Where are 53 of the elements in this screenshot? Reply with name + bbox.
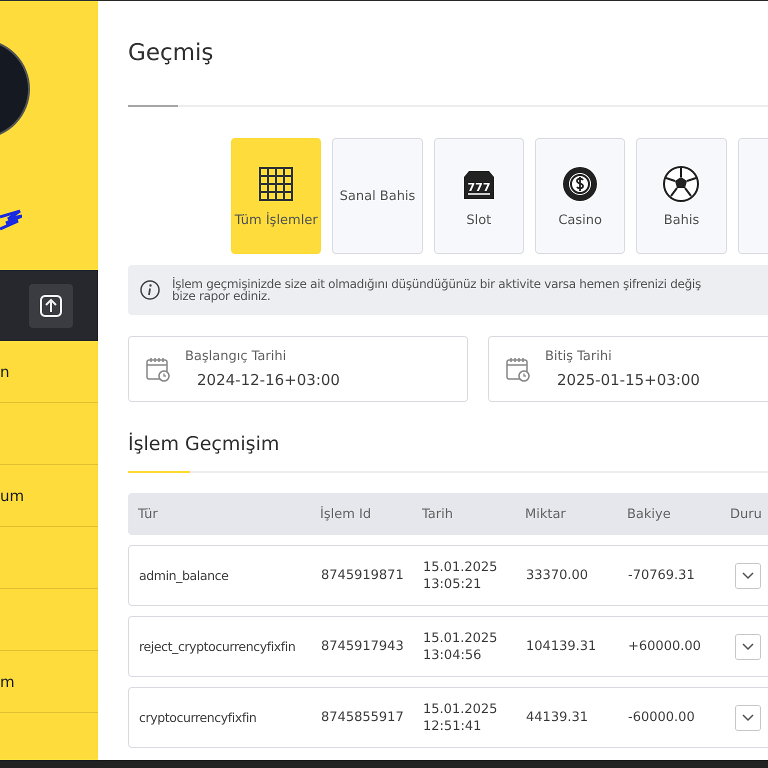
chevron-icon: [742, 714, 754, 722]
table-cell-text: 8745919871: [321, 568, 405, 583]
expand-button[interactable]: [735, 562, 761, 588]
table-cell-text: cryptocurrencyfixfin: [139, 710, 258, 725]
section-title: İşlem Geçmişim: [128, 433, 280, 455]
column-header: Duru: [730, 506, 763, 522]
column-header: Tür: [138, 506, 159, 522]
date-value: 2025-01-15+03:00: [557, 371, 700, 389]
column-header: İşlem Id: [320, 506, 372, 522]
table-cell-text: -70769.31: [628, 568, 696, 583]
category-tab[interactable]: Sanal Bahis: [332, 138, 423, 254]
upload-icon: [39, 294, 63, 318]
sidebar-item[interactable]: n: [0, 362, 10, 380]
upload-button[interactable]: [29, 284, 73, 328]
date-field[interactable]: Başlangıç Tarihi 2024-12-16+03:00: [128, 336, 468, 402]
field-label: Başlangıç Tarihi: [185, 349, 288, 364]
category-tab[interactable]: 777 Slot: [434, 138, 524, 254]
table-cell-text: 15.01.2025 12:51:41: [423, 700, 498, 734]
soccer-ball-icon: [662, 164, 700, 202]
table-cell-text: 44139.31: [526, 710, 590, 725]
calendar-icon: [145, 356, 171, 382]
sidebar-item[interactable]: m: [0, 672, 15, 690]
category-tab[interactable]: Tüm İşlemler: [231, 138, 322, 254]
notice-text: İşlem geçmişinizde size ait olmadığını düşündüğünüz bir aktivite varsa hemen şifrenizi değiş bize rapor ediniz.: [172, 278, 701, 302]
field-label: Bitiş Tarihi: [545, 349, 613, 364]
date-field[interactable]: Bitiş Tarihi 2025-01-15+03:00: [488, 336, 768, 402]
grid-icon: [257, 164, 296, 202]
column-header: Tarih: [422, 506, 454, 522]
table-cell-text: 33370.00: [526, 568, 590, 583]
calendar-icon: [505, 356, 531, 382]
info-icon: [140, 280, 160, 300]
column-header: Bakiye: [627, 506, 672, 522]
table-cell-text: admin_balance: [139, 568, 230, 583]
table-cell-text: 8745917943: [321, 639, 405, 654]
logo-icon: [0, 207, 22, 231]
sidebar-item[interactable]: um: [0, 486, 24, 504]
chevron-icon: [742, 572, 754, 580]
expand-button[interactable]: [735, 704, 761, 730]
category-tab[interactable]: Casino: [534, 138, 626, 254]
table-cell-text: 15.01.2025 13:05:21: [423, 558, 498, 592]
coin-icon: [561, 164, 600, 202]
table-cell-text: reject_cryptocurrencyfixfin: [139, 639, 296, 654]
table-cell-text: 104139.31: [526, 639, 598, 654]
table-cell-text: +60000.00: [628, 639, 702, 654]
table-cell-text: 15.01.2025 13:04:56: [423, 630, 498, 664]
chevron-icon: [742, 642, 754, 650]
table-cell-text: 8745855917: [321, 710, 405, 725]
expand-button[interactable]: [735, 634, 761, 660]
table-cell-text: -60000.00: [628, 710, 696, 725]
date-value: 2024-12-16+03:00: [197, 371, 340, 389]
page-title: Geçmiş: [128, 41, 214, 65]
column-header: Miktar: [525, 506, 567, 522]
category-tab[interactable]: Bahis: [636, 138, 727, 254]
